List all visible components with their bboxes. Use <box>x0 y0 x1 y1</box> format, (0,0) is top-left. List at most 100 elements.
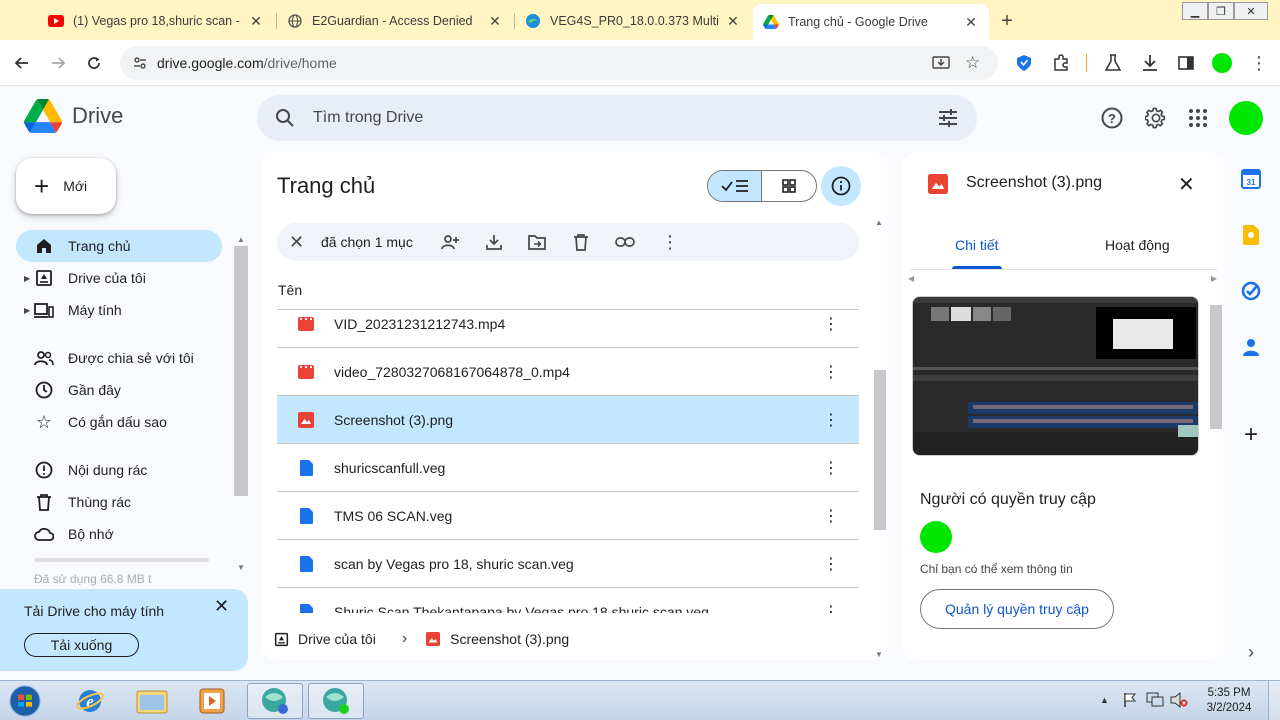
forward-icon[interactable] <box>47 52 69 74</box>
table-row[interactable]: scan by Vegas pro 18, shuric scan.veg ⋮ <box>277 540 859 588</box>
manage-access-button[interactable]: Quản lý quyền truy cập <box>920 589 1114 629</box>
copy-link-icon[interactable] <box>615 232 635 252</box>
more-actions-icon[interactable]: ⋮ <box>821 506 841 526</box>
download-button[interactable]: Tải xuống <box>24 633 139 657</box>
scroll-up-arrow-icon[interactable]: ▲ <box>875 218 883 227</box>
keep-notes-icon[interactable] <box>1240 224 1262 246</box>
site-settings-icon[interactable] <box>132 55 148 76</box>
account-avatar[interactable] <box>1229 101 1263 135</box>
sidebar-item-spam[interactable]: Nội dung rác <box>16 454 222 486</box>
scroll-up-arrow-icon[interactable]: ▲ <box>237 235 245 244</box>
column-header-name[interactable]: Tên <box>278 282 302 298</box>
calendar-icon[interactable]: 31 <box>1240 168 1262 190</box>
show-desktop-button[interactable] <box>1268 681 1280 720</box>
sidebar-item-my-drive[interactable]: Drive của tôi <box>16 262 222 294</box>
help-icon[interactable]: ? <box>1100 106 1124 130</box>
scroll-right-arrow-icon[interactable]: ▶ <box>1211 274 1217 283</box>
access-user-avatar[interactable] <box>920 521 952 553</box>
tab-details[interactable]: Chi tiết <box>955 237 999 253</box>
more-actions-icon[interactable]: ⋮ <box>821 602 841 614</box>
table-row[interactable]: Screenshot (3).png ⋮ <box>277 396 859 444</box>
add-addon-icon[interactable]: + <box>1240 421 1262 448</box>
tab-activity[interactable]: Hoạt động <box>1105 237 1170 253</box>
address-bar[interactable]: drive.google.com/drive/home ☆ <box>120 46 998 80</box>
apps-grid-icon[interactable] <box>1186 106 1210 130</box>
browser-tab-vegas[interactable]: VEG4S_PR0_18.0.0.373 Multilin ✕ <box>515 6 751 36</box>
install-app-icon[interactable] <box>932 54 950 77</box>
media-player-taskbar-icon[interactable] <box>184 683 240 719</box>
profile-avatar[interactable] <box>1212 53 1232 73</box>
close-tab-icon[interactable]: ✕ <box>248 13 264 29</box>
move-to-folder-icon[interactable] <box>527 232 547 252</box>
system-clock[interactable]: 5:35 PM 3/2/2024 <box>1198 686 1260 716</box>
sidebar-item-recent[interactable]: Gần đây <box>16 374 222 406</box>
table-row[interactable]: VID_20231231212743.mp4 ⋮ <box>277 310 859 348</box>
download-icon[interactable] <box>484 232 504 252</box>
table-row[interactable]: Shuric Scan Thekantapapa by Vegas pro 18… <box>277 588 859 613</box>
internet-explorer-taskbar-icon[interactable]: e <box>62 683 118 719</box>
sidebar-item-trash[interactable]: Thùng rác <box>16 486 222 518</box>
new-button[interactable]: + Mới <box>16 158 116 214</box>
close-window-button[interactable]: ✕ <box>1234 2 1268 20</box>
sidebar-scrollbar[interactable] <box>234 246 248 496</box>
main-scrollbar[interactable] <box>874 370 886 530</box>
close-tab-icon[interactable]: ✕ <box>725 13 741 29</box>
network-active-taskbar-icon[interactable] <box>308 683 364 719</box>
sidebar-item-starred[interactable]: ☆ Có gắn dấu sao <box>16 406 222 438</box>
reload-icon[interactable] <box>83 52 105 74</box>
browser-menu-icon[interactable]: ⋮ <box>1248 52 1270 74</box>
more-actions-icon[interactable]: ⋮ <box>821 362 841 382</box>
network-status-icon[interactable] <box>1146 692 1164 713</box>
restore-button[interactable]: ❐ <box>1208 2 1234 20</box>
breadcrumb-folder[interactable]: Drive của tôi <box>298 631 376 647</box>
close-icon[interactable]: ✕ <box>1178 172 1195 197</box>
drive-search-bar[interactable]: Tìm trong Drive <box>257 95 977 141</box>
volume-muted-icon[interactable] <box>1170 691 1188 713</box>
scroll-left-arrow-icon[interactable]: ◀ <box>908 274 914 283</box>
browser-tab-e2guardian[interactable]: E2Guardian - Access Denied ✕ <box>277 6 513 36</box>
settings-gear-icon[interactable] <box>1144 106 1168 130</box>
list-view-button[interactable] <box>708 171 763 201</box>
contacts-icon[interactable] <box>1240 336 1262 358</box>
details-scrollbar[interactable] <box>1210 305 1222 429</box>
new-tab-button[interactable]: + <box>996 10 1018 33</box>
sidebar-item-shared-with-me[interactable]: Được chia sẻ với tôi <box>16 342 222 374</box>
more-actions-icon[interactable]: ⋮ <box>821 458 841 478</box>
extensions-puzzle-icon[interactable] <box>1050 52 1072 74</box>
url-text[interactable]: drive.google.com/drive/home <box>157 55 337 71</box>
labs-flask-icon[interactable] <box>1102 52 1124 74</box>
browser-tab-youtube[interactable]: (1) Vegas pro 18,shuric scan - Y ✕ <box>38 6 274 36</box>
browser-tab-drive[interactable]: Trang chủ - Google Drive ✕ <box>753 4 989 40</box>
network-user-taskbar-icon[interactable] <box>247 683 303 719</box>
sidebar-item-computers[interactable]: Máy tính <box>16 294 222 326</box>
scroll-down-arrow-icon[interactable]: ▼ <box>875 650 883 659</box>
close-tab-icon[interactable]: ✕ <box>963 14 979 30</box>
close-icon[interactable]: ✕ <box>214 596 229 617</box>
more-actions-icon[interactable]: ⋮ <box>821 314 841 334</box>
clear-selection-icon[interactable]: ✕ <box>289 232 304 253</box>
close-tab-icon[interactable]: ✕ <box>487 13 503 29</box>
table-row[interactable]: video_7280327068167064878_0.mp4 ⋮ <box>277 348 859 396</box>
file-preview-thumbnail[interactable] <box>912 296 1199 456</box>
details-info-button[interactable] <box>821 166 861 206</box>
downloads-icon[interactable] <box>1139 52 1161 74</box>
bookmark-star-icon[interactable]: ☆ <box>965 53 980 73</box>
more-actions-icon[interactable]: ⋮ <box>660 232 680 252</box>
action-center-flag-icon[interactable] <box>1122 692 1138 713</box>
minimize-button[interactable]: ▁ <box>1182 2 1208 20</box>
sidebar-item-home[interactable]: Trang chủ <box>16 230 222 262</box>
search-filter-icon[interactable] <box>938 108 958 133</box>
scroll-down-arrow-icon[interactable]: ▼ <box>237 563 245 572</box>
back-icon[interactable] <box>11 52 33 74</box>
search-input[interactable]: Tìm trong Drive <box>313 109 423 127</box>
breadcrumb-file[interactable]: Screenshot (3).png <box>450 631 569 647</box>
file-explorer-taskbar-icon[interactable] <box>124 683 180 719</box>
start-button[interactable] <box>0 683 50 719</box>
delete-trash-icon[interactable] <box>571 232 591 252</box>
chevron-right-icon[interactable]: › <box>1240 641 1262 663</box>
drive-logo[interactable]: Drive <box>24 99 123 133</box>
sidebar-item-storage[interactable]: Bộ nhớ <box>16 518 222 550</box>
more-actions-icon[interactable]: ⋮ <box>821 554 841 574</box>
show-hidden-icons-arrow-icon[interactable]: ▲ <box>1100 695 1109 705</box>
shield-extension-icon[interactable] <box>1013 52 1035 74</box>
